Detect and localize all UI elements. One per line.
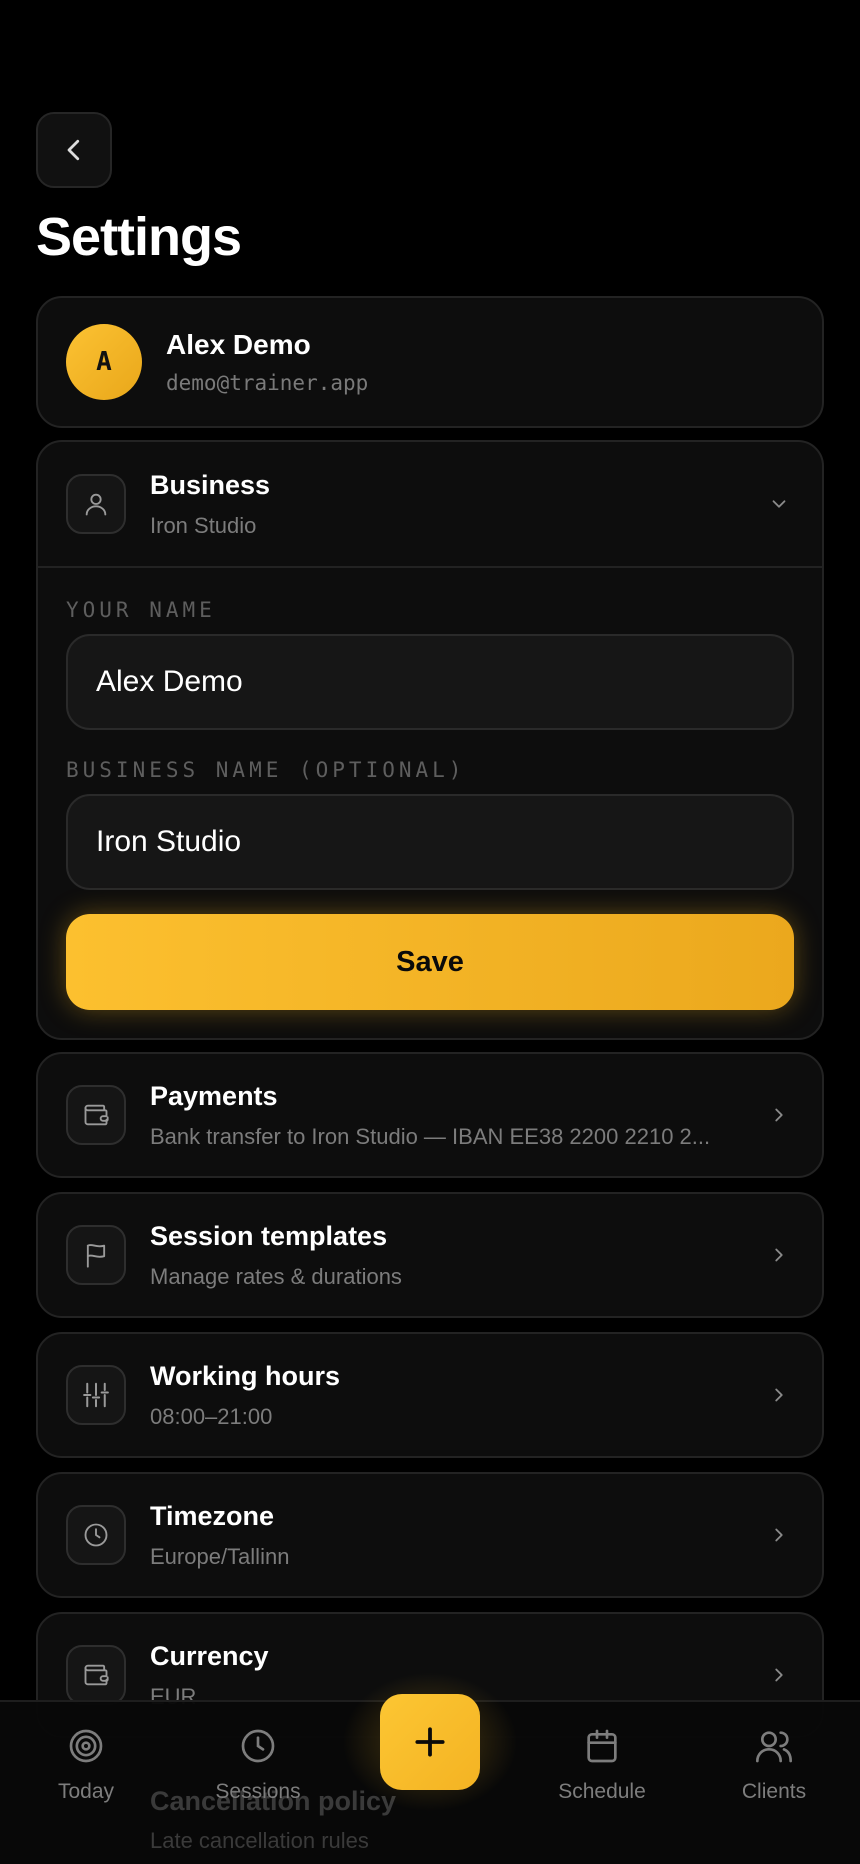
templates-title: Session templates xyxy=(150,1220,388,1251)
chevron-right-icon xyxy=(768,1244,790,1266)
tab-clients-label: Clients xyxy=(741,1780,807,1803)
payments-title: Payments xyxy=(150,1080,278,1111)
flag-icon xyxy=(86,1244,106,1268)
tab-sessions-label: Sessions xyxy=(215,1780,301,1803)
profile-card[interactable]: A Alex Demo demo@trainer.app xyxy=(36,296,824,428)
tab-schedule[interactable]: Schedule xyxy=(532,1726,672,1804)
tab-sessions[interactable]: Sessions xyxy=(188,1726,328,1804)
settings-row-session-templates[interactable]: Session templates Manage rates & duratio… xyxy=(36,1192,824,1318)
wallet-icon-box xyxy=(66,1085,126,1145)
your-name-label: YOUR NAME xyxy=(66,598,216,622)
ghost-row-subtitle: Late cancellation rules xyxy=(150,1828,369,1853)
hours-subtitle: 08:00–21:00 xyxy=(150,1403,273,1429)
chevron-right-icon xyxy=(768,1664,790,1686)
timezone-subtitle: Europe/Tallinn xyxy=(150,1543,290,1569)
wallet-icon-box xyxy=(66,1645,126,1705)
templates-subtitle: Manage rates & durations xyxy=(150,1263,402,1289)
settings-screen: Settings A Alex Demo demo@trainer.app Bu… xyxy=(0,0,860,1864)
settings-row-payments[interactable]: Payments Bank transfer to Iron Studio — … xyxy=(36,1052,824,1178)
clock-icon xyxy=(241,1729,275,1763)
chevron-right-icon xyxy=(768,1384,790,1406)
hours-title: Working hours xyxy=(150,1360,341,1391)
settings-row-working-hours[interactable]: Working hours 08:00–21:00 xyxy=(36,1332,824,1458)
avatar: A xyxy=(66,324,142,400)
back-button[interactable] xyxy=(36,112,112,188)
tab-today[interactable]: Today xyxy=(16,1726,156,1804)
business-subtitle: Iron Studio xyxy=(150,512,257,538)
tab-clients[interactable]: Clients xyxy=(704,1726,844,1804)
chevron-down-icon xyxy=(768,493,790,515)
profile-name: Alex Demo xyxy=(166,329,311,360)
add-button[interactable] xyxy=(380,1694,480,1790)
business-section: Business Iron Studio YOUR NAME Alex Demo… xyxy=(36,440,824,1040)
business-name-label: BUSINESS NAME (OPTIONAL) xyxy=(66,758,466,782)
timezone-title: Timezone xyxy=(150,1500,275,1531)
chevron-left-icon xyxy=(67,139,80,161)
wallet-icon xyxy=(84,1664,109,1686)
page-title: Settings xyxy=(36,207,242,267)
clock-icon-box xyxy=(66,1505,126,1565)
calendar-icon xyxy=(587,1729,617,1763)
chevron-right-icon xyxy=(768,1104,790,1126)
target-icon xyxy=(69,1729,103,1763)
sliders-icon-box xyxy=(66,1365,126,1425)
users-icon xyxy=(756,1731,792,1763)
profile-email: demo@trainer.app xyxy=(166,371,369,395)
flag-icon-box xyxy=(66,1225,126,1285)
clock-icon xyxy=(84,1523,108,1547)
payments-subtitle: Bank transfer to Iron Studio — IBAN EE38… xyxy=(150,1123,711,1149)
tab-schedule-label: Schedule xyxy=(558,1780,646,1803)
business-icon-box xyxy=(66,474,126,534)
plus-icon xyxy=(415,1727,445,1757)
business-title: Business xyxy=(150,469,271,500)
your-name-input[interactable]: Alex Demo xyxy=(66,634,794,730)
settings-row-timezone[interactable]: Timezone Europe/Tallinn xyxy=(36,1472,824,1598)
business-header[interactable]: Business Iron Studio xyxy=(38,442,822,568)
wallet-icon xyxy=(84,1104,109,1126)
user-icon xyxy=(85,493,107,516)
save-button[interactable]: Save xyxy=(66,914,794,1010)
business-name-input[interactable]: Iron Studio xyxy=(66,794,794,890)
chevron-right-icon xyxy=(768,1524,790,1546)
currency-title: Currency xyxy=(150,1640,269,1671)
tab-today-label: Today xyxy=(57,1780,115,1803)
sliders-icon xyxy=(83,1382,109,1408)
